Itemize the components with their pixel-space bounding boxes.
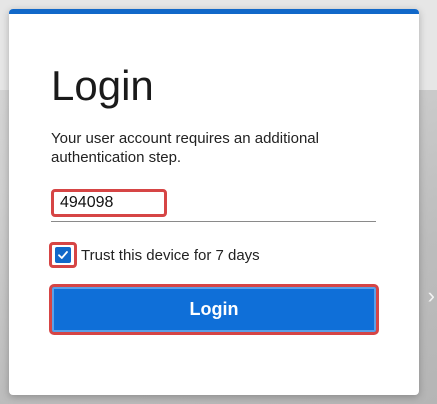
trust-device-label: Trust this device for 7 days [81,246,260,264]
verification-code-field [51,187,376,222]
dialog-title: Login [51,62,154,109]
auth-description: Your user account requires an additional… [51,130,319,166]
trust-device-row[interactable]: Trust this device for 7 days [49,242,260,268]
chevron-right-icon: › [427,283,435,308]
dialog-accent-bar [9,9,419,14]
login-button[interactable]: Login [49,284,379,335]
checkmark-icon [58,251,68,259]
trust-device-checkbox[interactable] [49,242,77,268]
checkbox-checked [55,247,71,263]
verification-code-input[interactable] [51,189,167,217]
login-dialog: Login Your user account requires an addi… [9,9,419,395]
